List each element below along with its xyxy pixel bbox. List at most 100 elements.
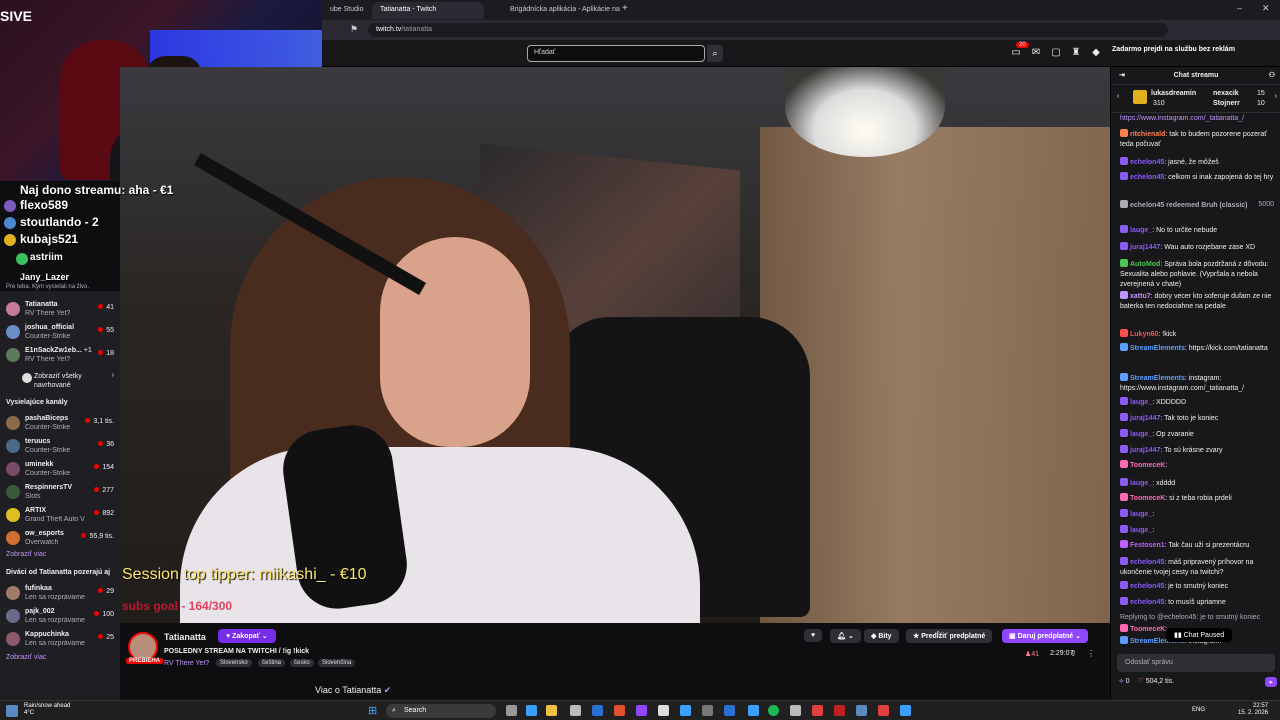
chat-username[interactable]: lauge_ [1130, 431, 1152, 438]
notifications-icon[interactable]: ▭ [1010, 47, 1022, 59]
chat-username[interactable]: juraj1447 [1130, 244, 1160, 251]
edge-icon[interactable] [526, 705, 537, 716]
ad-free-button[interactable]: Zadarmo prejdi na službu bez reklám [1112, 46, 1235, 53]
sidebar-channel[interactable]: RespinnersTV Slots 277 [0, 481, 120, 505]
clock[interactable]: 22:57 15. 2. 2026 [1238, 703, 1268, 717]
users-icon[interactable]: ⚇ [1269, 67, 1275, 85]
brave-icon[interactable] [614, 705, 625, 716]
spotify-icon[interactable] [768, 705, 779, 716]
chat-username[interactable]: StreamElements [1130, 375, 1185, 382]
sidebar-channel[interactable]: uminekk Counter-Strike 154 [0, 458, 120, 482]
whispers-icon[interactable]: ▢ [1050, 47, 1062, 59]
start-icon[interactable]: ⊞ [368, 704, 382, 718]
chat-username[interactable]: ToomeceK [1130, 626, 1165, 633]
bits-button[interactable]: ◆ Bity [864, 629, 899, 643]
chat-username[interactable]: juraj1447 [1130, 415, 1160, 422]
twitch-icon[interactable] [636, 705, 647, 716]
chat-username[interactable]: ritchienald [1130, 131, 1165, 138]
notify-bell-icon[interactable]: 🔔︎ ⌄ [830, 629, 861, 643]
tag[interactable]: česko [290, 659, 314, 667]
channel-points[interactable]: 504,2 tis. [1146, 678, 1174, 685]
follow-button[interactable]: ♥ Zakopať ⌄ [218, 629, 276, 643]
sidebar-channel[interactable]: joshua_official Counter-Strike 55 [0, 321, 120, 345]
chat-username[interactable]: lauge_ [1130, 227, 1152, 234]
chat-username[interactable]: Festosen1 [1130, 542, 1165, 549]
weather-icon[interactable] [6, 705, 18, 717]
close-window-icon[interactable]: ✕ [1262, 3, 1270, 14]
chat-username[interactable]: echelon45 [1130, 599, 1164, 606]
tag[interactable]: Slovensko [216, 659, 252, 667]
share-icon[interactable]: ⇪ [1070, 649, 1077, 658]
renew-sub-button[interactable]: ★ Predĺžiť predplatné [906, 629, 993, 643]
chat-input[interactable]: Odoslať správu [1117, 654, 1275, 672]
chevron-right-icon[interactable]: › [1275, 93, 1277, 100]
drops-icon[interactable]: ◆ [1090, 47, 1102, 59]
sidebar-channel[interactable]: E1nSackZw1eb... +1 RV There Yet? 18 [0, 344, 120, 368]
language-indicator[interactable]: ENG [1192, 707, 1205, 713]
video-player[interactable]: Session top tipper: miikashi_ - €10 subs… [120, 67, 1110, 623]
app-icon[interactable] [702, 705, 713, 716]
app-icon[interactable] [790, 705, 801, 716]
chat-username[interactable]: AutoMod [1130, 261, 1160, 268]
chat-username[interactable]: Lukyn60 [1130, 331, 1158, 338]
app-icon[interactable] [592, 705, 603, 716]
app-icon[interactable] [856, 705, 867, 716]
tab-brigadnicka[interactable]: Brigádnícka aplikácia - Aplikácie na [502, 2, 632, 19]
prime-icon[interactable]: ♜ [1070, 47, 1082, 59]
file-explorer-icon[interactable] [546, 705, 557, 716]
chat-paused-button[interactable]: ▮▮ Chat Paused [1166, 628, 1233, 642]
search-input[interactable]: Hľadať [527, 45, 705, 62]
app-icon[interactable] [680, 705, 691, 716]
sidebar-channel[interactable]: Kappuchinka Len sa rozprávame 25 [0, 628, 120, 652]
sidebar-channel[interactable]: Tatianatta RV There Yet? 41 [0, 298, 120, 322]
sidebar-channel[interactable]: ow_esports Overwatch 55,9 tis. [0, 527, 120, 551]
chevron-left-icon[interactable]: ‹ [1117, 93, 1119, 100]
chat-username[interactable]: ToomeceK [1130, 462, 1165, 469]
chat-username[interactable]: lauge_ [1130, 527, 1152, 534]
chat-username[interactable]: StreamElements [1130, 345, 1185, 352]
taskbar-search[interactable]: ⌕ Search [386, 704, 496, 718]
sidebar-channel[interactable]: fufinkaa Len sa rozprávame 29 [0, 582, 120, 606]
sidebar-channel[interactable]: pajk_002 Len sa rozprávame 100 [0, 605, 120, 629]
show-all-recommended[interactable]: Zobraziť všetky navrhované › [0, 369, 120, 393]
tab-twitch[interactable]: Tatianatta - Twitch [372, 2, 484, 19]
app-icon[interactable] [834, 705, 845, 716]
show-more-link[interactable]: Zobraziť viac [6, 654, 46, 661]
chat-username[interactable]: echelon45 [1130, 559, 1164, 566]
app-icon[interactable] [878, 705, 889, 716]
chat-send-button[interactable]: ▸ [1265, 677, 1277, 687]
game-link[interactable]: RV There Yet? [164, 660, 209, 667]
inbox-icon[interactable]: ✉ [1030, 47, 1042, 59]
minimize-icon[interactable]: – [1237, 3, 1242, 13]
vscode-icon[interactable] [724, 705, 735, 716]
heart-icon[interactable]: ♥ [804, 629, 823, 642]
chat-username[interactable]: echelon45 redeemed Bruh (classic) [1130, 202, 1248, 209]
app-icon[interactable] [748, 705, 759, 716]
task-view-icon[interactable] [506, 705, 517, 716]
app-icon[interactable] [900, 705, 911, 716]
gift-sub-button[interactable]: ▣ Daruj predplatné ⌄ [1002, 629, 1088, 643]
sidebar-channel[interactable]: pashaBiceps Counter-Strike 3,1 tis. [0, 412, 120, 436]
new-tab-icon[interactable]: + [622, 3, 628, 14]
tag[interactable]: čeština [258, 659, 286, 667]
chat-username[interactable]: echelon45 [1130, 159, 1164, 166]
chat-username[interactable]: echelon45 [1130, 174, 1164, 181]
weather-widget[interactable]: Rain/snow ahead 4°C [24, 703, 70, 717]
show-more-link[interactable]: Zobraziť viac [6, 551, 46, 558]
chat-username[interactable]: lauge_ [1130, 511, 1152, 518]
chat-username[interactable]: echelon45 [1130, 583, 1164, 590]
app-icon[interactable] [658, 705, 669, 716]
chat-username[interactable]: lauge_ [1130, 399, 1152, 406]
sidebar-channel[interactable]: ARTIX Grand Theft Auto V 892 [0, 504, 120, 528]
collapse-chat-icon[interactable]: ⇥ [1119, 67, 1125, 85]
tab-youtube-studio[interactable]: ube Studio [322, 2, 372, 19]
streamer-name[interactable]: Tatianatta [164, 632, 206, 642]
more-options-icon[interactable]: ⋮ [1087, 649, 1095, 658]
bookmark-icon[interactable]: ⚑ [350, 24, 358, 35]
app-icon[interactable] [570, 705, 581, 716]
sidebar-channel[interactable]: teruucs Counter-Strike 36 [0, 435, 120, 459]
tag[interactable]: Slovenčina [318, 659, 356, 667]
chat-username[interactable]: ToomeceK [1130, 495, 1165, 502]
url-field[interactable]: twitch.tv/tatianatta [368, 23, 1168, 37]
chat-username[interactable]: xattu7 [1130, 293, 1151, 300]
